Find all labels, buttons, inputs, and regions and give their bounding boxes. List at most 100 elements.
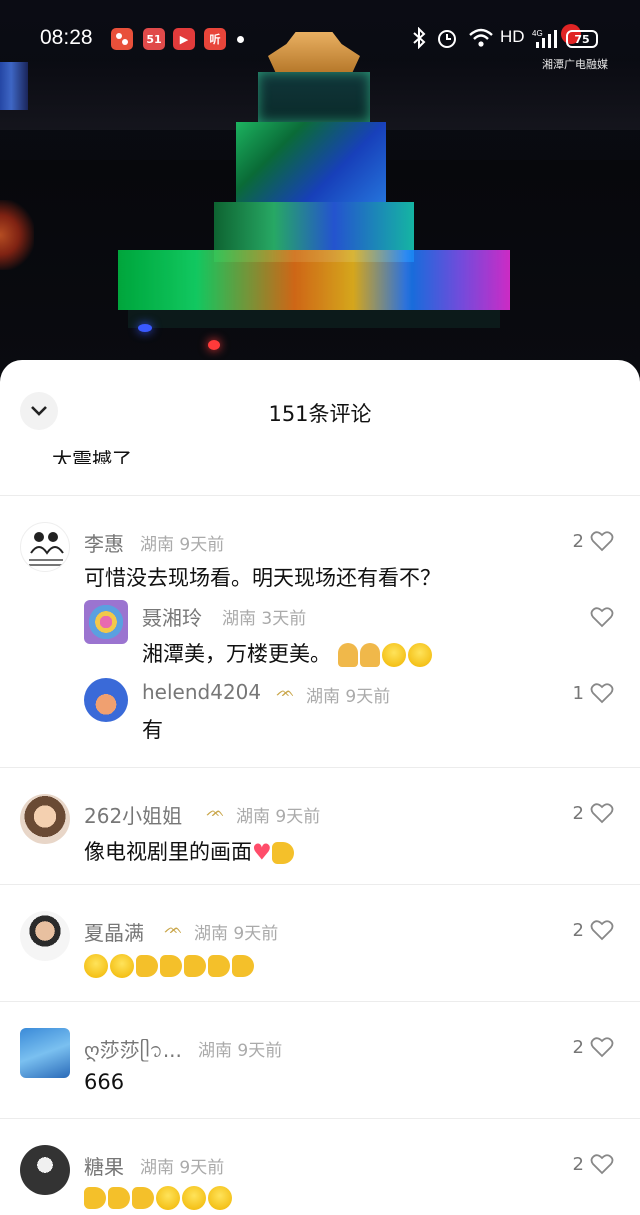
reply-meta: 湖南 3天前 — [222, 609, 307, 629]
user-avatar[interactable] — [20, 1145, 70, 1195]
cellular-signal-icon: 4G — [532, 28, 560, 55]
grin-emoji-icon — [381, 643, 406, 667]
user-avatar[interactable] — [20, 794, 70, 844]
thumbs-up-emoji-icon — [136, 955, 158, 977]
pavilion-tier — [258, 72, 370, 122]
reply-text: 有 — [142, 718, 163, 742]
comment-username[interactable]: 糖果 — [84, 1151, 124, 1180]
wifi-icon — [468, 27, 494, 54]
comment-text: 666 — [84, 1070, 125, 1094]
thumbs-up-emoji-icon — [184, 955, 206, 977]
alarm-icon — [436, 27, 458, 54]
thumbs-up-emoji-icon — [232, 955, 254, 977]
boat-light — [208, 340, 220, 350]
thumbs-up-emoji-icon — [160, 955, 182, 977]
heart-icon — [590, 607, 614, 628]
fan-badge-icon: ᨏ — [206, 802, 225, 820]
like-count: 2 — [572, 530, 584, 552]
partial-comment-text: 太震撼了 — [52, 450, 132, 464]
heart-emoji-icon: ♥ — [252, 840, 272, 866]
like-count: 2 — [572, 1036, 584, 1058]
comment-username[interactable]: 李惠 — [84, 528, 124, 557]
reply-avatar[interactable] — [84, 678, 128, 722]
comment-meta: 湖南 9天前 — [198, 1041, 283, 1061]
comment-text: 可惜没去现场看。明天现场还有看不？ — [84, 566, 441, 590]
like-count: 2 — [572, 919, 584, 941]
666-emoji-icon — [208, 1186, 232, 1210]
reply-avatar[interactable] — [84, 600, 128, 644]
heart-icon — [590, 683, 614, 704]
thumbs-up-emoji-icon — [208, 955, 230, 977]
reply-text: 湘潭美，万楼更美。 — [142, 638, 434, 668]
comment-meta: 湖南 9天前 — [236, 807, 321, 827]
comment-emoji-row — [84, 1185, 234, 1210]
heart-icon — [590, 1154, 614, 1175]
comment-meta: 湖南 9天前 — [194, 924, 279, 944]
like-control[interactable]: 2 — [573, 1153, 614, 1175]
like-control[interactable]: 2 — [573, 919, 614, 941]
heart-icon — [590, 1037, 614, 1058]
pray-emoji-icon — [359, 643, 380, 667]
bluetooth-icon — [412, 26, 426, 54]
comment-sheet: 151条评论 太震撼了 李惠 湖南 9天前 2 可惜没去现场看。明天现场还有看不… — [0, 360, 640, 1215]
thumbs-up-emoji-icon — [271, 842, 294, 864]
heart-icon — [590, 531, 614, 552]
battery-icon: 75 — [566, 30, 598, 48]
like-control[interactable]: 2 — [573, 1036, 614, 1058]
like-control[interactable]: 2 — [573, 802, 614, 824]
grin-emoji-icon — [407, 643, 432, 667]
reply-meta: 湖南 9天前 — [306, 687, 391, 707]
app-notification-icon — [111, 28, 133, 50]
thumbs-up-emoji-icon — [108, 1187, 130, 1209]
grin-emoji-icon — [110, 954, 134, 978]
light-reflection — [0, 200, 34, 270]
pavilion-tier — [236, 122, 386, 202]
hd-indicator: HD — [500, 27, 525, 46]
sheet-title: 151条评论 — [268, 402, 372, 426]
thumbs-up-emoji-icon — [132, 1187, 154, 1209]
comment-username[interactable]: ღ莎莎ᥫ᭡... — [84, 1034, 182, 1072]
like-count: 2 — [572, 1153, 584, 1175]
comment-meta: 湖南 9天前 — [140, 535, 225, 555]
user-avatar[interactable] — [20, 1028, 70, 1078]
like-count: 2 — [572, 802, 584, 824]
heart-icon — [590, 803, 614, 824]
comment-item: 李惠 湖南 9天前 2 可惜没去现场看。明天现场还有看不？ 聂湘玲 湖南 3天前… — [0, 495, 640, 767]
clock: 08:28 — [40, 26, 93, 49]
sheet-header: 151条评论 太震撼了 — [0, 360, 640, 464]
pavilion-base — [118, 250, 510, 310]
pray-emoji-icon — [337, 643, 358, 667]
comment-emoji-row — [84, 953, 256, 978]
comment-item: 262小姐姐 ᨏ 湖南 9天前 2 像电视剧里的画面♥ — [0, 767, 640, 884]
grin-emoji-icon — [84, 954, 108, 978]
svg-text:4G: 4G — [532, 29, 543, 38]
user-avatar[interactable] — [20, 522, 70, 572]
status-bar: 08:28 51 ▶ 听 HD 4G 75 — [0, 0, 640, 78]
like-control[interactable]: 1 — [573, 682, 614, 704]
pavilion-foundation — [128, 310, 500, 328]
666-emoji-icon — [156, 1186, 180, 1210]
thumbs-up-emoji-icon — [84, 1187, 106, 1209]
heart-icon — [590, 920, 614, 941]
like-control[interactable] — [590, 606, 614, 628]
comment-username[interactable]: 夏晶满 — [84, 917, 144, 946]
video-app-icon: ▶ — [173, 28, 195, 50]
like-control[interactable]: 2 — [573, 530, 614, 552]
user-avatar[interactable] — [20, 911, 70, 961]
comment-username[interactable]: 262小姐姐 — [84, 800, 182, 829]
boat-light — [138, 324, 152, 332]
comment-meta: 湖南 9天前 — [140, 1158, 225, 1178]
more-notifications-dot — [237, 36, 244, 43]
comment-item: ღ莎莎ᥫ᭡... 湖南 9天前 2 666 — [0, 1001, 640, 1118]
reply-username[interactable]: helend4204 — [142, 680, 261, 704]
calendar-icon: 51 — [143, 28, 165, 50]
listen-app-icon: 听 — [204, 28, 226, 50]
reply-username[interactable]: 聂湘玲 — [142, 602, 202, 631]
comment-item: 糖果 湖南 9天前 2 — [0, 1118, 640, 1215]
fan-badge-icon: ᨏ — [276, 682, 295, 700]
comment-text: 像电视剧里的画面♥ — [84, 836, 296, 866]
like-count: 1 — [572, 682, 584, 704]
666-emoji-icon — [182, 1186, 206, 1210]
fan-badge-icon: ᨏ — [164, 919, 183, 937]
comment-item: 夏晶满 ᨏ 湖南 9天前 2 — [0, 884, 640, 1001]
